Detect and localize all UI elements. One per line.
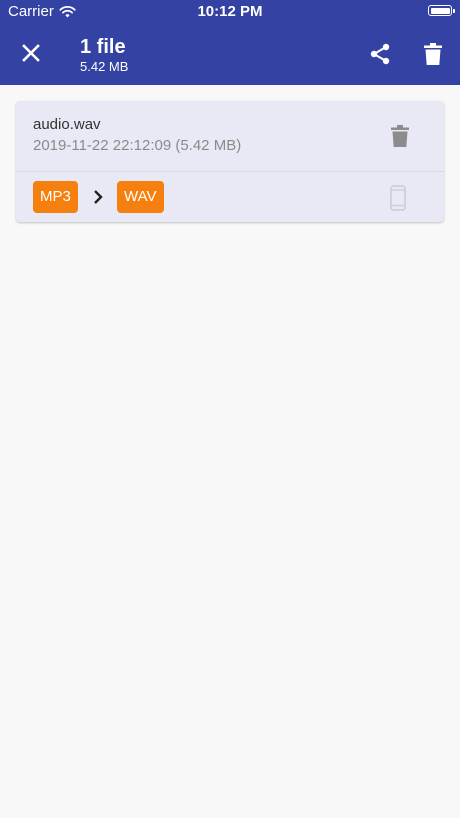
file-meta: 2019-11-22 22:12:09 (5.42 MB) [33,137,242,154]
page-subtitle: 5.42 MB [80,59,129,74]
status-bar: Carrier 10:12 PM [0,0,460,24]
phone-icon[interactable] [390,185,406,211]
trash-icon [424,43,442,65]
file-name: audio.wav [33,116,101,133]
card-divider [16,171,444,172]
app-header: Carrier 10:12 PM 1 file 5.42 MB [0,0,460,85]
status-time: 10:12 PM [197,3,263,20]
share-icon [370,43,390,65]
target-format-badge[interactable]: WAV [117,181,164,213]
trash-icon[interactable] [390,125,410,147]
battery-level [430,7,450,14]
chevron-right-icon [94,190,103,204]
source-format-badge[interactable]: MP3 [33,181,78,213]
delete-all-button[interactable] [420,40,446,68]
file-card[interactable]: audio.wav 2019-11-22 22:12:09 (5.42 MB) … [16,101,444,222]
close-icon [22,44,40,62]
battery-icon [428,5,455,16]
share-button[interactable] [366,40,394,68]
header-title-block: 1 file 5.42 MB [80,35,128,75]
screen: Carrier 10:12 PM 1 file 5.42 MB audio.wa… [0,0,460,818]
page-title: 1 file [80,36,126,58]
close-button[interactable] [16,38,46,68]
